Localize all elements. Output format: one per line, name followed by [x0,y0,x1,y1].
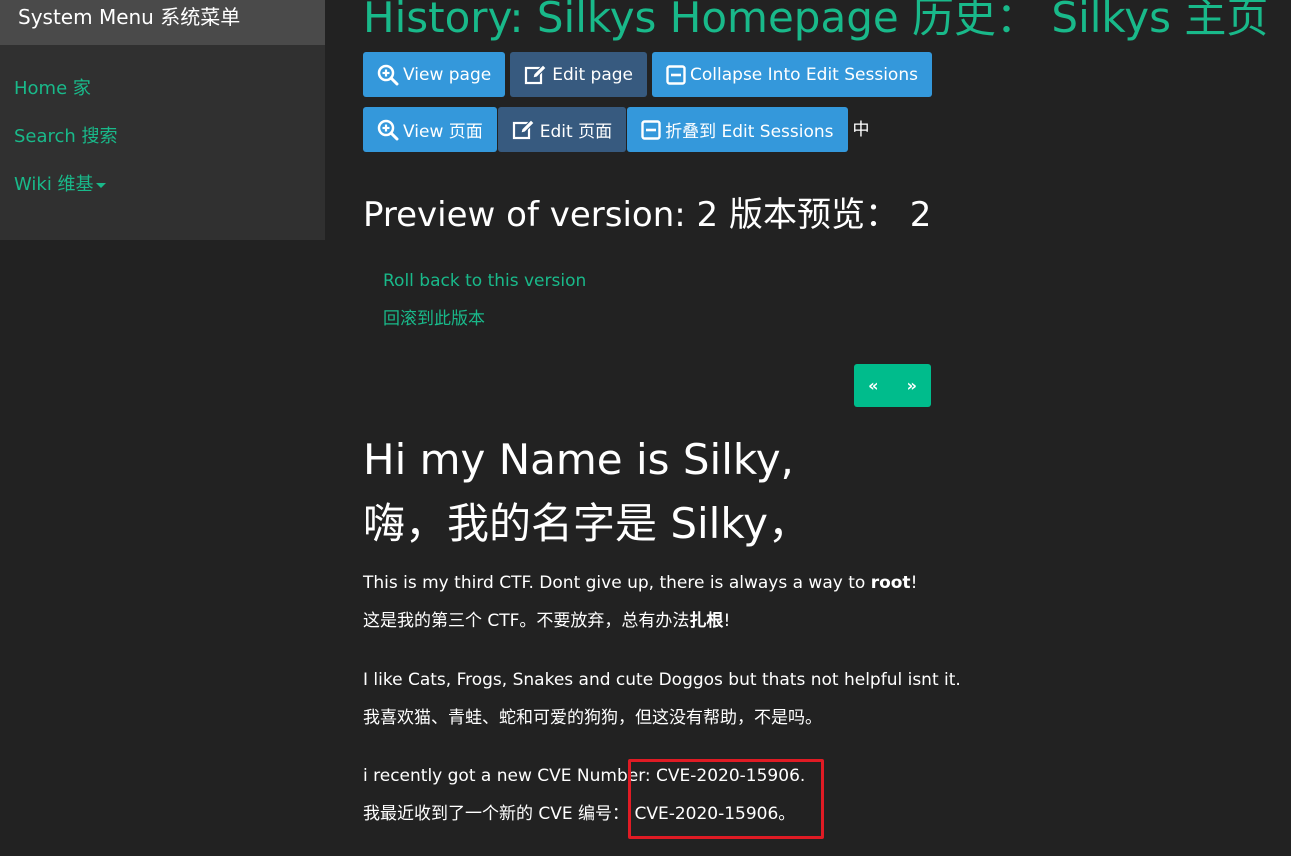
text-segment: ! [910,573,918,593]
sidebar-item-wiki-label: Wiki 维基 [14,174,94,195]
collapse-sessions-zh-button[interactable]: 折叠到 Edit Sessions [627,107,848,152]
view-page-label: View page [403,64,492,85]
sidebar-item-search[interactable]: Search 搜索 [0,125,325,173]
minus-square-icon [641,119,661,140]
paragraph-ctf-en: This is my third CTF. Dont give up, ther… [363,564,917,602]
bold-text: root [870,573,911,593]
paragraph-cve-zh: 我最近收到了一个新的 CVE 编号： CVE-2020-15906。 [363,804,796,824]
collapse-sessions-label: Collapse Into Edit Sessions [690,64,918,85]
rollback-link-zh[interactable]: 回滚到此版本 [383,307,485,331]
edit-page-label: Edit page [552,64,634,85]
view-page-zh-label: View 页面 [403,122,483,142]
version-pager: « » [854,364,931,407]
sidebar-title: System Menu 系统菜单 [0,0,325,45]
sidebar-nav: Home 家 Search 搜索 Wiki 维基 [0,45,325,221]
next-version-button[interactable]: » [893,364,932,407]
paragraph-animals: I like Cats, Frogs, Snakes and cute Dogg… [363,661,961,737]
toolbar-en: View page Edit page Collapse Into Edit S… [363,52,937,97]
paragraph-ctf: This is my third CTF. Dont give up, ther… [363,564,917,640]
edit-page-zh-button[interactable]: Edit 页面 [497,107,627,152]
edit-icon [525,63,547,84]
zoom-in-icon [377,119,399,140]
paragraph-cve-en: i recently got a new CVE Number: CVE-202… [363,766,806,786]
minus-square-icon [666,64,686,85]
view-page-zh-button[interactable]: View 页面 [363,107,497,152]
rollback-link[interactable]: Roll back to this version [383,269,586,293]
zoom-in-icon [377,64,399,85]
page-title: History: Silkys Homepage 历史： Silkys 主页 [363,0,1269,42]
edit-page-button[interactable]: Edit page [510,52,648,97]
sidebar-item-wiki[interactable]: Wiki 维基 [0,173,325,221]
previous-version-button[interactable]: « [854,364,893,407]
edit-page-zh-label: Edit 页面 [539,122,613,142]
bold-text: 扎根 [689,611,724,631]
paragraph-ctf-zh: 这是我的第三个 CTF。不要放弃，总有办法扎根! [363,602,917,640]
sidebar-item-home[interactable]: Home 家 [0,77,325,125]
content-heading: Hi my Name is Silky, 嗨，我的名字是 Silky， [363,428,810,556]
view-page-button[interactable]: View page [363,52,506,97]
caret-down-icon [95,182,106,188]
sidebar: System Menu 系统菜单 Home 家 Search 搜索 Wiki 维… [0,0,325,240]
collapse-sessions-zh-label: 折叠到 Edit Sessions [665,122,834,142]
text-segment: ! [723,611,731,631]
content-heading-zh: 嗨，我的名字是 Silky， [363,499,811,548]
preview-heading: Preview of version: 2 版本预览： 2 [363,195,932,235]
toolbar-zh: View 页面 Edit 页面 折叠到 Edit Sessions 中 [363,107,870,152]
paragraph-animals-en: I like Cats, Frogs, Snakes and cute Dogg… [363,670,961,690]
collapse-sessions-button[interactable]: Collapse Into Edit Sessions [652,52,932,97]
paragraph-animals-zh: 我喜欢猫、青蛙、蛇和可爱的狗狗，但这没有帮助，不是吗。 [363,708,822,728]
paragraph-cve: i recently got a new CVE Number: CVE-202… [363,757,805,833]
language-indicator: 中 [852,120,870,140]
edit-icon [512,118,535,139]
text-segment: 这是我的第三个 CTF。不要放弃，总有办法 [363,611,690,631]
content-heading-en: Hi my Name is Silky, [363,435,794,484]
text-segment: This is my third CTF. Dont give up, ther… [363,573,871,593]
